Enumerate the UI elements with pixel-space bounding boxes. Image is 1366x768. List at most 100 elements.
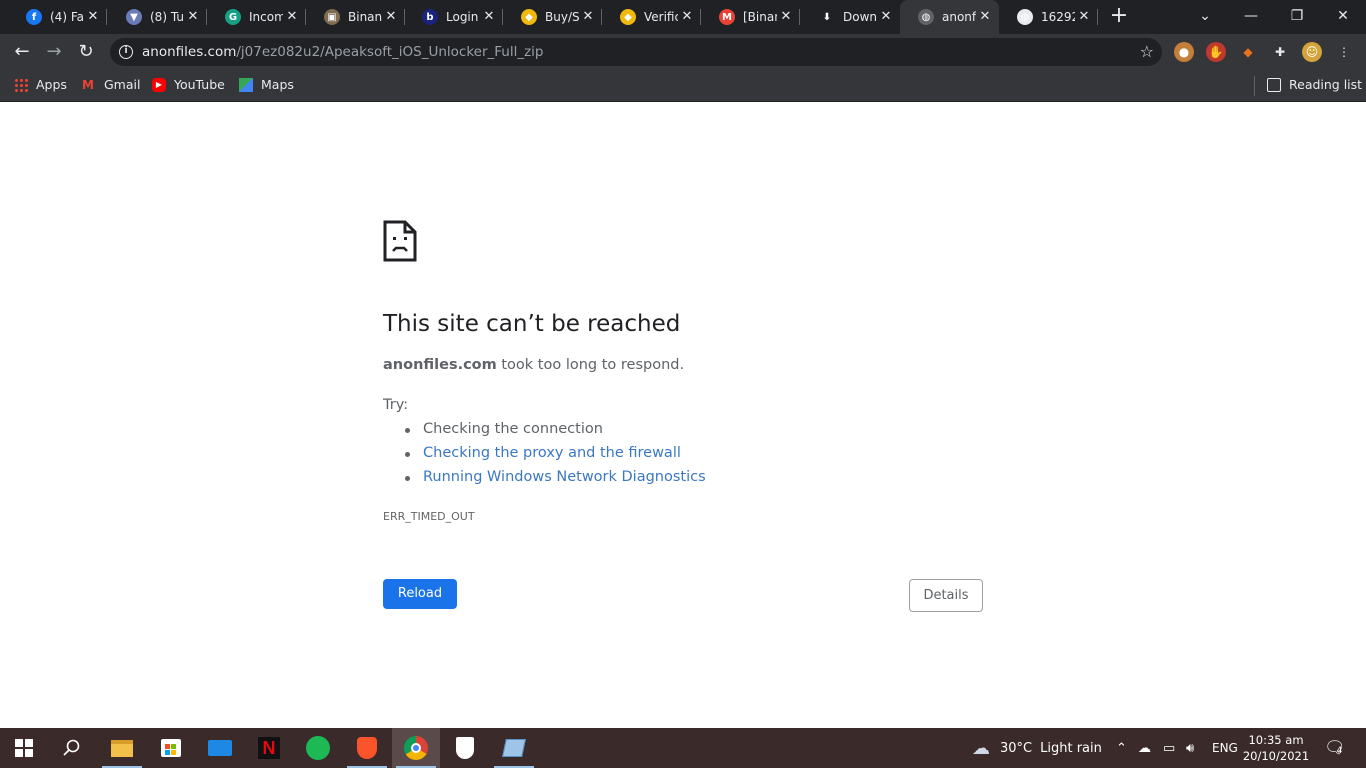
file-explorer-icon[interactable] (98, 728, 146, 768)
brave-icon[interactable] (343, 728, 391, 768)
tab-3[interactable]: ▣ Binance✕ (306, 0, 405, 34)
tab-title: anonfiles (942, 10, 976, 24)
menu-kebab-icon[interactable]: ⋮ (1334, 42, 1354, 62)
bookmark-maps[interactable]: Maps (239, 77, 294, 92)
binance-icon: ◆ (620, 9, 636, 25)
profile-avatar[interactable]: ☺ (1302, 42, 1322, 62)
tab-close-icon[interactable]: ✕ (679, 9, 695, 25)
error-message-text: took too long to respond. (496, 357, 685, 373)
tab-close-icon[interactable]: ✕ (580, 9, 596, 25)
tab-close-icon[interactable]: ✕ (977, 9, 993, 25)
details-button[interactable]: Details (909, 579, 983, 612)
netflix-icon[interactable]: N (245, 728, 293, 768)
tab-close-icon[interactable]: ✕ (481, 9, 497, 25)
reload-button[interactable]: Reload (383, 579, 457, 609)
reading-list-icon (1267, 77, 1281, 92)
tab-2[interactable]: G Income✕ (207, 0, 306, 34)
weather-widget[interactable]: ☁ 30°C Light rain (972, 728, 1102, 768)
clock[interactable]: 10:35 am 20/10/2021 (1243, 728, 1309, 768)
notepad-icon[interactable] (490, 728, 538, 768)
tab-5[interactable]: ◆ Buy/Sell✕ (503, 0, 602, 34)
tray-chevron-icon[interactable]: ⌃ (1116, 728, 1127, 768)
cookie-extension-icon[interactable]: ● (1174, 42, 1194, 62)
tab-7[interactable]: M [Binance]✕ (701, 0, 800, 34)
minimize-button[interactable]: — (1228, 0, 1274, 34)
suggestion-network-diagnostics[interactable]: Running Windows Network Diagnostics (405, 469, 706, 485)
bullet-icon (405, 476, 410, 481)
bookmark-maps-label: Maps (261, 77, 294, 92)
bookmark-youtube[interactable]: ▶ YouTube (152, 77, 225, 92)
volume-icon[interactable]: 🔊︎ (1186, 728, 1194, 768)
facebook-icon: f (26, 9, 42, 25)
bookmark-apps[interactable]: Apps (14, 77, 67, 92)
chrome-icon[interactable] (392, 728, 440, 768)
tab-close-icon[interactable]: ✕ (778, 9, 794, 25)
tab-10[interactable]: ◍ 16292✕ (999, 0, 1098, 34)
tab-title: Buy/Sell (545, 10, 579, 24)
suggestion-check-proxy[interactable]: Checking the proxy and the firewall (405, 445, 681, 461)
restore-button[interactable]: ❐ (1274, 0, 1320, 34)
suggestion-link[interactable]: Checking the proxy and the firewall (423, 445, 681, 461)
tab-close-icon[interactable]: ✕ (284, 9, 300, 25)
error-message: anonfiles.com took too long to respond. (383, 357, 684, 373)
tab-0[interactable]: f (4) Facebook✕ (8, 0, 107, 34)
url-host: anonfiles.com (142, 44, 237, 60)
clock-time: 10:35 am (1248, 733, 1304, 747)
adblock-extension-icon[interactable]: ✋ (1206, 42, 1226, 62)
tab-search-chevron-icon[interactable]: ⌄ (1182, 0, 1228, 34)
bullet-icon (405, 452, 410, 457)
suggestion-check-connection: Checking the connection (405, 421, 603, 437)
url-text[interactable]: anonfiles.com/j07ez082u2/Apeaksoft_iOS_U… (142, 44, 544, 60)
weather-desc: Light rain (1040, 740, 1102, 756)
weather-temp: 30°C (1000, 740, 1033, 756)
tab-close-icon[interactable]: ✕ (383, 9, 399, 25)
bookmark-apps-label: Apps (36, 77, 67, 92)
extensions-puzzle-icon[interactable]: ✚ (1270, 42, 1290, 62)
tab-8[interactable]: ⬇ Download✕ (801, 0, 900, 34)
search-icon[interactable] (48, 728, 96, 768)
tab-close-icon[interactable]: ✕ (85, 9, 101, 25)
mail-icon[interactable] (196, 728, 244, 768)
tab-separator (106, 9, 107, 25)
tab-title: (8) Tutorial (150, 10, 184, 24)
bookmark-gmail-label: Gmail (104, 77, 141, 92)
reload-icon[interactable]: ↻ (74, 40, 98, 64)
bookmark-gmail[interactable]: M Gmail (82, 77, 140, 92)
bookmarks-bar: Apps M Gmail ▶ YouTube Maps Reading list (0, 70, 1366, 102)
back-arrow-icon[interactable]: ← (10, 40, 34, 64)
reading-list-button[interactable]: Reading list (1267, 77, 1362, 92)
windows-start-icon[interactable] (0, 728, 48, 768)
tab-6[interactable]: ◆ Verification✕ (602, 0, 701, 34)
tab-close-icon[interactable]: ✕ (1076, 9, 1092, 25)
spotify-icon[interactable] (294, 728, 342, 768)
bookmark-youtube-label: YouTube (174, 77, 225, 92)
tab-title: Download (843, 10, 877, 24)
gmail-icon: M (719, 9, 735, 25)
tab-9[interactable]: ◍ anonfiles✕ (900, 0, 999, 34)
sad-page-icon (383, 220, 417, 262)
apps-grid-icon (14, 77, 28, 92)
site-info-icon[interactable]: i (119, 45, 133, 59)
metamask-extension-icon[interactable]: ◆ (1238, 42, 1258, 62)
tab-close-icon[interactable]: ✕ (878, 9, 894, 25)
download-icon: ⬇ (819, 9, 835, 25)
new-tab-button[interactable]: + (1108, 5, 1130, 28)
forward-arrow-icon[interactable]: → (42, 40, 66, 64)
maps-icon (239, 77, 253, 92)
address-bar[interactable]: i anonfiles.com/j07ez082u2/Apeaksoft_iOS… (110, 38, 1162, 66)
binance-doc-icon: ▣ (324, 9, 340, 25)
suggestion-link[interactable]: Running Windows Network Diagnostics (423, 469, 706, 485)
windows-security-icon[interactable] (441, 728, 489, 768)
globe-icon: ◍ (918, 9, 934, 25)
tab-4[interactable]: b Login ✕ (404, 0, 503, 34)
notifications-icon[interactable]: 🗨︎ 4 (1324, 728, 1346, 768)
tab-close-icon[interactable]: ✕ (185, 9, 201, 25)
tab-1[interactable]: ▼ (8) Tutorial✕ (108, 0, 207, 34)
language-indicator[interactable]: ENG (1212, 728, 1238, 768)
bookmark-star-icon[interactable]: ☆ (1140, 42, 1154, 61)
close-window-button[interactable]: ✕ (1320, 0, 1366, 34)
network-icon[interactable]: ▭ (1163, 728, 1175, 768)
store-icon[interactable] (147, 728, 195, 768)
tab-separator (799, 9, 800, 25)
onedrive-icon[interactable]: ☁ (1138, 728, 1151, 768)
